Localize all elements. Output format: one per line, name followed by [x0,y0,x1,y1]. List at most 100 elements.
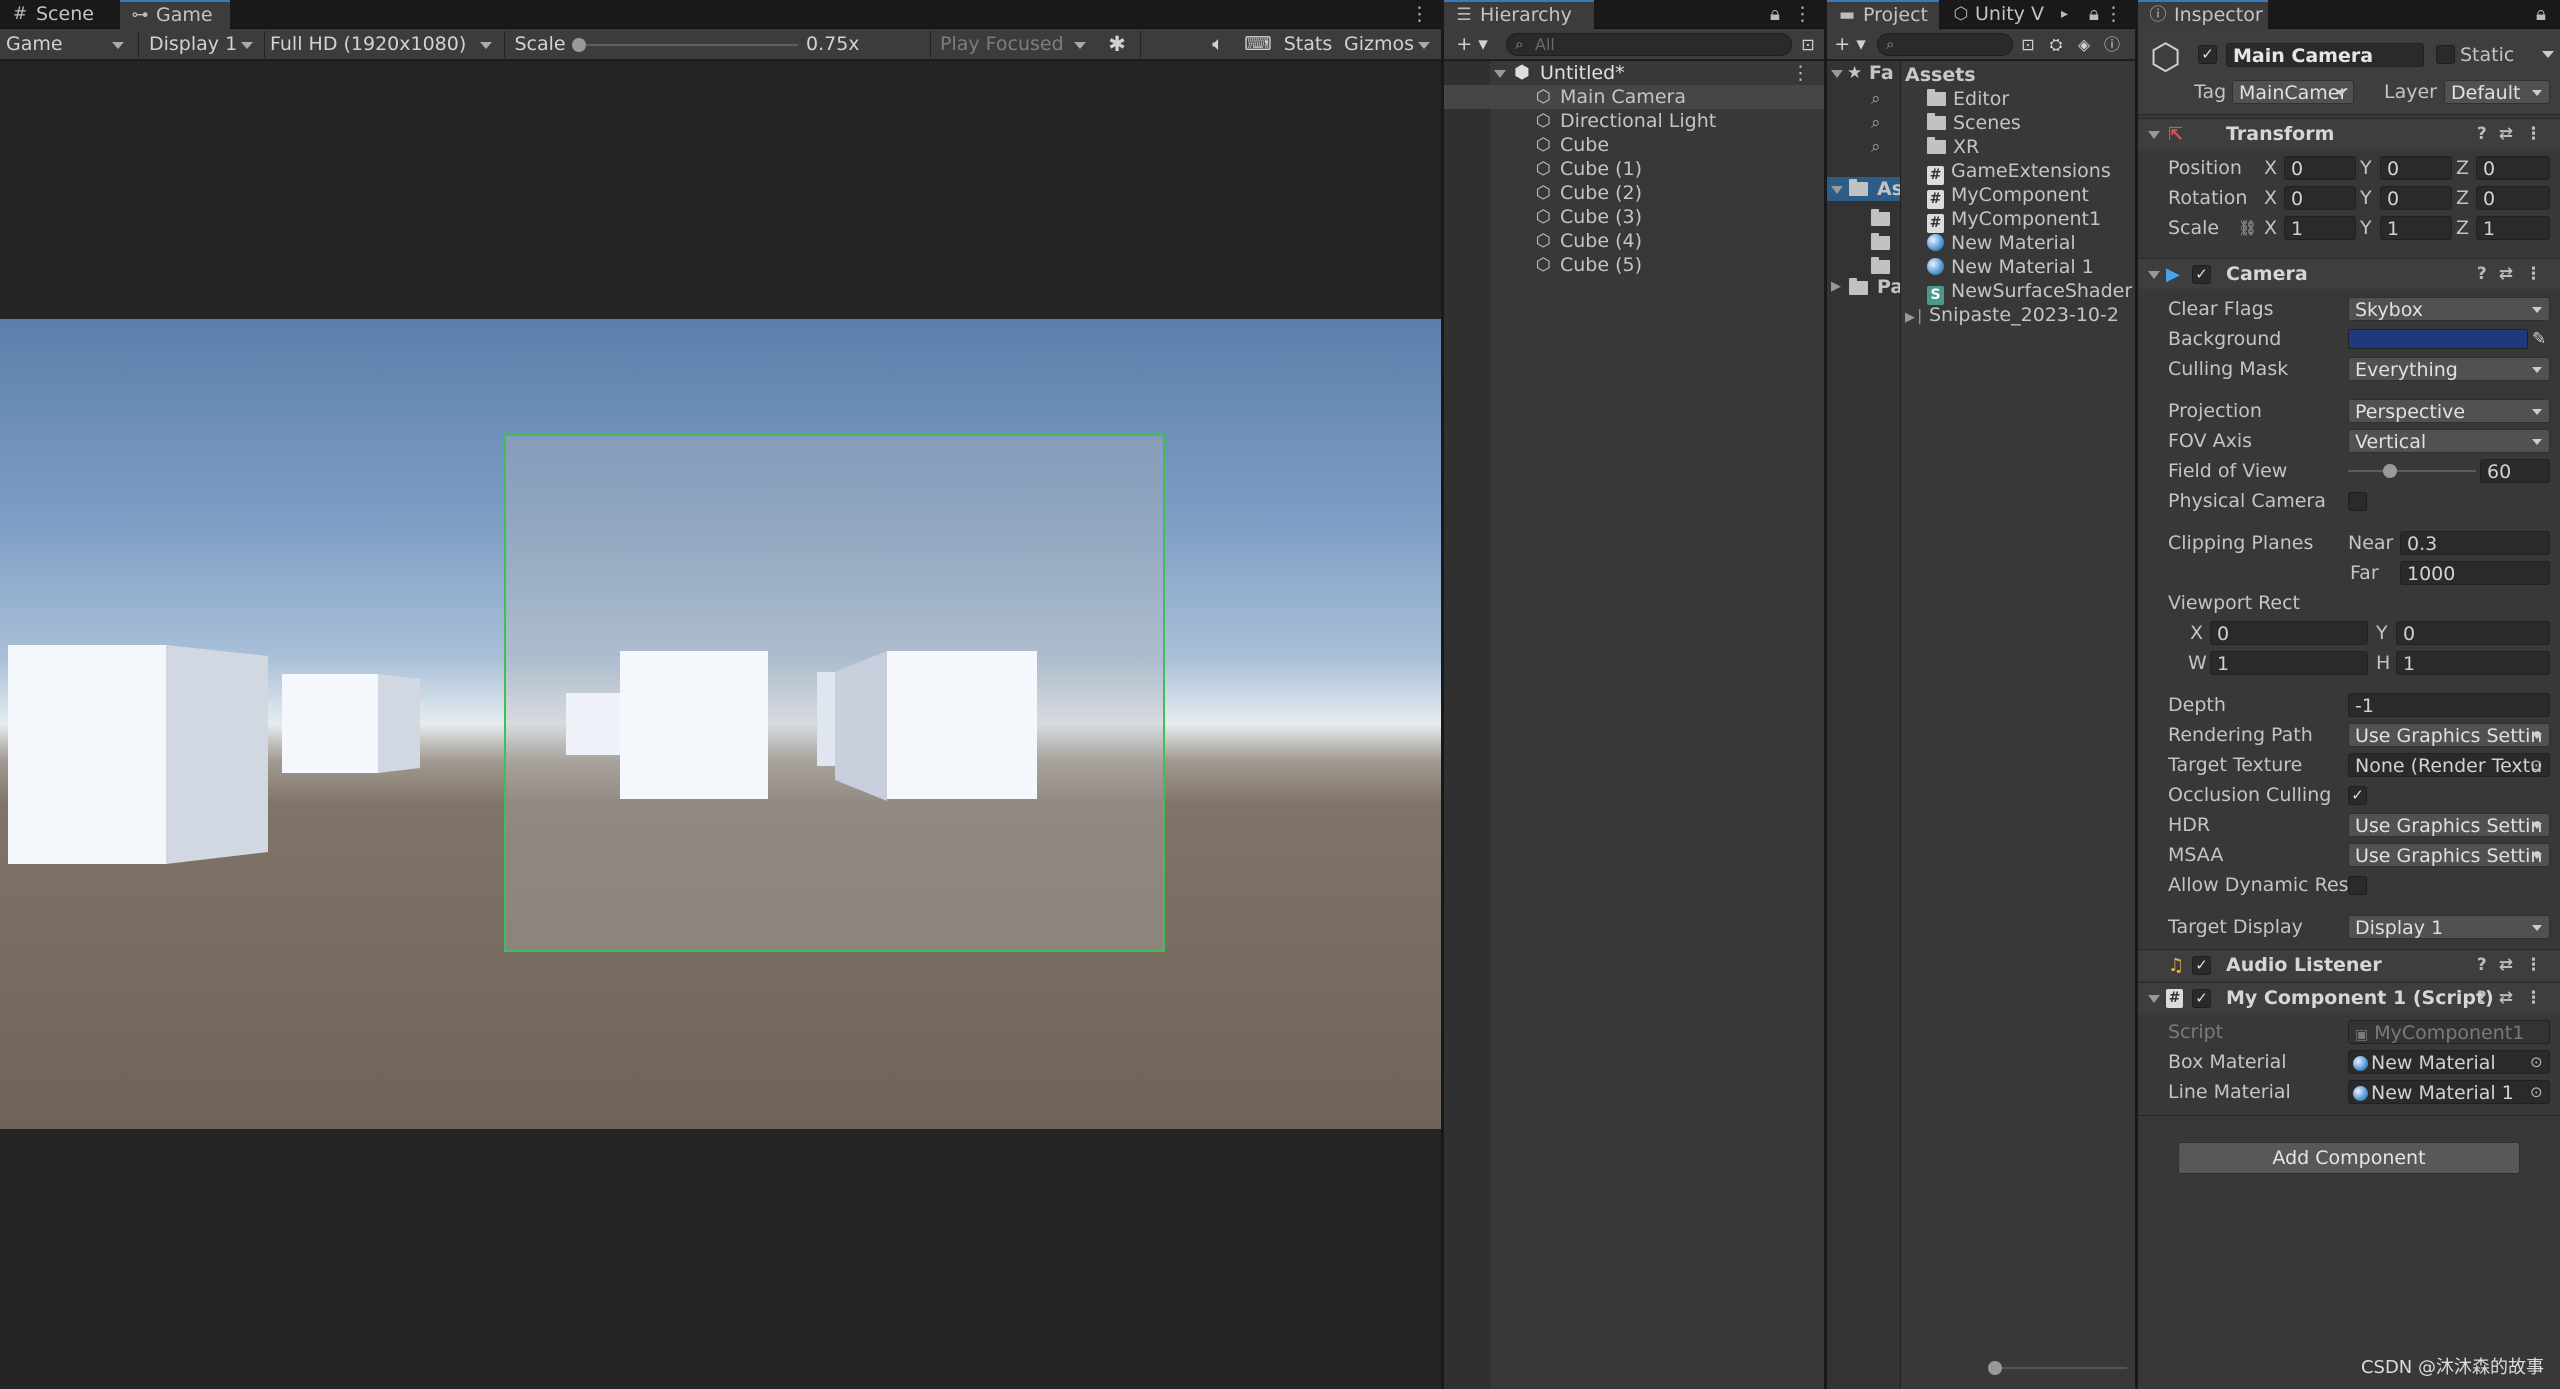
transform-y-field[interactable]: 1 [2380,216,2452,240]
projection-dropdown[interactable]: Perspective [2348,399,2550,423]
box-material-field[interactable]: New Material [2348,1050,2550,1074]
transform-x-field[interactable]: 0 [2284,156,2356,180]
audio-listener-checkbox[interactable]: ✓ [2192,956,2211,975]
packages-row[interactable]: ▶ Pa [1827,275,1903,299]
audio-listener-header[interactable]: ♫ ✓ Audio Listener ?⇄⋮ [2138,949,2560,980]
filter-type-icon[interactable]: ⛭ [2043,31,2069,58]
asset-item[interactable]: # MyComponent1 [1905,207,2135,233]
component-header-icons[interactable]: ?⇄⋮ [2477,983,2554,1014]
transform-y-field[interactable]: 0 [2380,156,2452,180]
line-material-field[interactable]: New Material 1 [2348,1080,2550,1104]
foldout-icon[interactable] [1494,70,1506,78]
object-picker-icon[interactable]: ⊙ [2530,1080,2543,1104]
add-component-button[interactable]: Add Component [2178,1142,2520,1174]
kebab-menu-icon[interactable]: ⋮ [2104,0,2123,29]
chevron-right-icon[interactable]: ▸ [2061,0,2068,29]
asset-item[interactable]: Scenes [1905,111,2135,135]
hierarchy-item[interactable]: ⬡ Cube (4) [1444,229,1824,253]
lock-icon[interactable]: 🔒︎ [2536,0,2546,29]
transform-header[interactable]: ⇱ Transform ?⇄⋮ [2138,118,2560,149]
chevron-right-icon[interactable]: ▶ [1831,275,1841,299]
bug-icon[interactable]: ✱ [1100,31,1134,58]
component-header-icons[interactable]: ?⇄⋮ [2477,119,2554,150]
stats-button[interactable]: Stats [1280,31,1336,58]
tag-dropdown[interactable]: MainCamer [2232,80,2354,104]
static-checkbox[interactable] [2436,45,2455,64]
add-object-button[interactable]: + ▾ [1452,31,1492,58]
hierarchy-item[interactable]: ⬡ Cube (2) [1444,181,1824,205]
kebab-menu-icon[interactable]: ⋮ [1793,0,1812,29]
transform-x-field[interactable]: 1 [2284,216,2356,240]
asset-item[interactable]: New Material 1 [1905,255,2135,279]
layer-dropdown[interactable]: Default [2444,80,2550,104]
fov-axis-dropdown[interactable]: Vertical [2348,429,2550,453]
active-checkbox[interactable]: ✓ [2198,45,2217,64]
target-display-dropdown[interactable]: Display 1 [2348,915,2550,939]
search-icon[interactable]: ⌕ ⌕ ⌕ [1871,87,1881,159]
hierarchy-item[interactable]: ⬡ Cube (5) [1444,253,1824,277]
transform-y-field[interactable]: 0 [2380,186,2452,210]
tab-inspector[interactable]: ⓘ Inspector [2138,0,2268,29]
target-texture-field[interactable]: None (Render Textu [2348,753,2550,777]
game-view[interactable] [0,61,1441,1389]
tab-game[interactable]: ⊶ Game [120,0,230,29]
asset-item[interactable]: # MyComponent [1905,183,2135,209]
physical-camera-checkbox[interactable] [2348,492,2367,511]
hierarchy-item[interactable]: ⬡ Directional Light [1444,109,1824,133]
hierarchy-item[interactable]: ⬡ Main Camera [1444,85,1824,109]
fov-slider-handle[interactable] [2383,464,2398,478]
msaa-dropdown[interactable]: Use Graphics Settin [2348,843,2550,867]
hierarchy-item[interactable]: ⬡ Cube (3) [1444,205,1824,229]
asset-item[interactable]: S NewSurfaceShader [1905,279,2135,305]
audio-mute-icon[interactable]: 🔈︎ [1202,31,1234,58]
foldout-icon[interactable] [2148,271,2160,279]
tab-unity-version-control[interactable]: ⬡ Unity V [1941,0,2061,29]
object-picker-icon[interactable]: ⊙ [2530,1050,2543,1074]
rendering-path-dropdown[interactable]: Use Graphics Settin [2348,723,2550,747]
search-options-icon[interactable]: ⊡ [2015,31,2041,58]
display-dropdown[interactable]: Display 1 [143,31,261,58]
transform-z-field[interactable]: 1 [2476,216,2550,240]
resolution-dropdown[interactable]: Full HD (1920x1080) [264,31,500,58]
hierarchy-item[interactable]: ⬡ Cube [1444,133,1824,157]
lock-icon[interactable]: 🔒︎ [1770,0,1780,29]
view-mode-dropdown[interactable]: Game [0,31,132,58]
background-color-swatch[interactable] [2348,329,2528,349]
tab-project[interactable]: ▬ Project [1827,0,1939,29]
transform-z-field[interactable]: 0 [2476,156,2550,180]
kebab-menu-icon[interactable]: ⋮ [1410,0,1429,29]
hdr-dropdown[interactable]: Use Graphics Settin [2348,813,2550,837]
lock-icon[interactable]: 🔒︎ [2089,0,2099,29]
favorites-row[interactable]: ★ Fa [1827,61,1900,85]
viewport-y-field[interactable]: 0 [2396,621,2550,645]
transform-z-field[interactable]: 0 [2476,186,2550,210]
label-icon[interactable]: ◈ [2071,31,2097,58]
my-component-checkbox[interactable]: ✓ [2192,989,2211,1008]
object-name-field[interactable]: Main Camera [2226,43,2424,67]
foldout-icon[interactable] [2148,131,2160,139]
asset-item[interactable]: Editor [1905,87,2135,111]
far-field[interactable]: 1000 [2400,561,2550,585]
asset-item[interactable]: # GameExtensions [1905,159,2135,185]
hierarchy-item[interactable]: ⬡ Cube (1) [1444,157,1824,181]
tab-scene[interactable]: # Scene [0,0,118,29]
gizmos-dropdown[interactable]: Gizmos [1338,31,1438,58]
asset-item[interactable]: XR [1905,135,2135,159]
link-icon[interactable]: ⛓︎ [2238,216,2257,240]
create-asset-button[interactable]: + ▾ [1833,31,1867,58]
viewport-w-field[interactable]: 1 [2210,651,2368,675]
keyboard-icon[interactable]: ⌨︎ [1242,31,1274,58]
culling-mask-dropdown[interactable]: Everything [2348,357,2550,381]
clear-flags-dropdown[interactable]: Skybox [2348,297,2550,321]
static-dropdown-icon[interactable] [2542,51,2554,58]
my-component-header[interactable]: # ✓ My Component 1 (Script) ?⇄⋮ [2138,982,2560,1013]
camera-header[interactable]: ▶︎ ✓ Camera ?⇄⋮ [2138,258,2560,289]
zoom-slider-handle[interactable] [1988,1361,2002,1375]
play-mode-dropdown[interactable]: Play Focused [934,31,1094,58]
eyedropper-icon[interactable]: ✎ [2532,327,2546,351]
camera-enabled-checkbox[interactable]: ✓ [2192,265,2211,284]
foldout-icon[interactable] [2148,995,2160,1003]
scale-slider[interactable] [572,38,798,52]
near-field[interactable]: 0.3 [2400,531,2550,555]
asset-item[interactable]: New Material [1905,231,2135,255]
